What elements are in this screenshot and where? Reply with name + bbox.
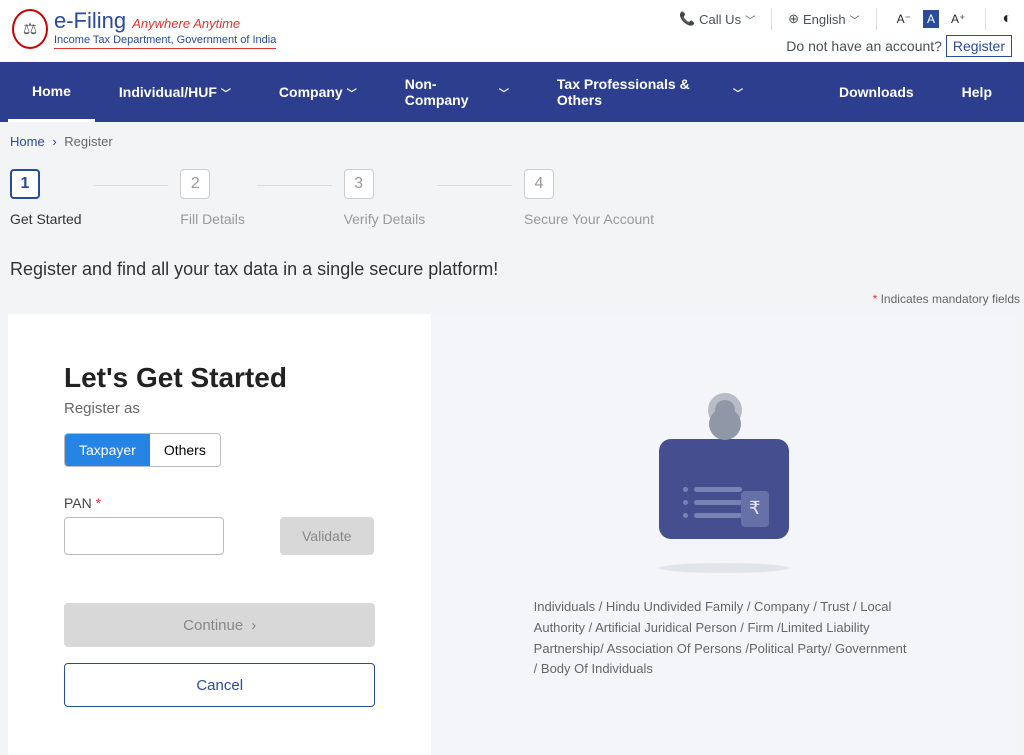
- account-prompt: Do not have an account? Register: [786, 38, 1012, 54]
- nav-company[interactable]: Company ﹀: [255, 62, 381, 122]
- validate-button[interactable]: Validate: [280, 517, 374, 555]
- logo-area: ⚖ e-Filing Anywhere Anytime Income Tax D…: [12, 8, 276, 49]
- mandatory-text: Indicates mandatory fields: [881, 292, 1020, 306]
- breadcrumb-current: Register: [64, 134, 112, 149]
- top-right: 📞 Call Us ﹀ ⊕ English ﹀ A⁻ A A⁺ ◐ Do not…: [679, 8, 1012, 54]
- chevron-down-icon: ﹀: [499, 85, 509, 100]
- top-actions: 📞 Call Us ﹀ ⊕ English ﹀ A⁻ A A⁺ ◐: [679, 8, 1012, 30]
- breadcrumb: Home › Register: [0, 122, 1024, 161]
- register-link[interactable]: Register: [946, 35, 1012, 57]
- mandatory-note: * Indicates mandatory fields: [0, 288, 1024, 314]
- nav-tax-professionals[interactable]: Tax Professionals & Others ﹀: [533, 62, 767, 122]
- step-number: 3: [344, 169, 374, 199]
- continue-label: Continue: [183, 617, 243, 634]
- register-as-toggle: Taxpayer Others: [64, 433, 221, 467]
- nav-downloads[interactable]: Downloads: [815, 62, 938, 122]
- pan-field: PAN *: [64, 495, 224, 555]
- rupee-icon: ₹: [741, 491, 769, 527]
- divider: [771, 8, 772, 30]
- registration-card: Let's Get Started Register as Taxpayer O…: [8, 314, 1016, 755]
- nav-individual-label: Individual/HUF: [119, 84, 217, 100]
- font-normal-button[interactable]: A: [923, 10, 939, 28]
- step-4-secure-account: 4 Secure Your Account: [524, 169, 654, 227]
- chevron-right-icon: ›: [251, 617, 256, 634]
- cancel-button[interactable]: Cancel: [64, 663, 375, 707]
- font-size-controls: A⁻ A A⁺: [893, 10, 970, 28]
- nav-help[interactable]: Help: [938, 62, 1016, 122]
- illustration-shadow: [659, 563, 789, 573]
- globe-icon: ⊕: [788, 11, 799, 27]
- breadcrumb-home[interactable]: Home: [10, 134, 45, 149]
- pan-label-text: PAN: [64, 495, 92, 511]
- card-lines: [683, 487, 742, 526]
- illustration-caption: Individuals / Hindu Undivided Family / C…: [534, 597, 914, 680]
- step-connector: [437, 185, 512, 186]
- step-number: 2: [180, 169, 210, 199]
- divider: [876, 8, 877, 30]
- step-connector: [94, 185, 169, 186]
- nav-home[interactable]: Home: [8, 62, 95, 122]
- nav-company-label: Company: [279, 84, 343, 100]
- top-header: ⚖ e-Filing Anywhere Anytime Income Tax D…: [0, 0, 1024, 62]
- pan-input[interactable]: [64, 517, 224, 555]
- logo-title: e-Filing Anywhere Anytime: [54, 8, 276, 34]
- tab-others[interactable]: Others: [150, 434, 220, 466]
- logo-text: e-Filing Anywhere Anytime Income Tax Dep…: [54, 8, 276, 49]
- page-title: Register and find all your tax data in a…: [0, 251, 1024, 288]
- phone-icon: 📞: [679, 11, 695, 27]
- font-increase-button[interactable]: A⁺: [947, 10, 969, 28]
- step-1-get-started: 1 Get Started: [10, 169, 82, 227]
- id-card-illustration: ₹: [649, 389, 799, 539]
- nav-individual-huf[interactable]: Individual/HUF ﹀: [95, 62, 255, 122]
- chevron-down-icon: ﹀: [733, 85, 743, 100]
- form-title: Let's Get Started: [64, 362, 375, 394]
- nav-noncompany-label: Non-Company: [405, 76, 495, 108]
- continue-button[interactable]: Continue ›: [64, 603, 375, 647]
- emblem-icon: ⚖: [12, 9, 48, 49]
- chevron-down-icon: ﹀: [850, 12, 860, 27]
- step-label: Secure Your Account: [524, 211, 654, 227]
- form-subtitle: Register as: [64, 400, 375, 417]
- nav-non-company[interactable]: Non-Company ﹀: [381, 62, 533, 122]
- step-number: 1: [10, 169, 40, 199]
- logo-brand: e-Filing: [54, 8, 126, 33]
- chevron-down-icon: ﹀: [745, 12, 755, 27]
- chevron-down-icon: ﹀: [221, 85, 231, 100]
- tab-taxpayer[interactable]: Taxpayer: [65, 434, 150, 466]
- registration-stepper: 1 Get Started 2 Fill Details 3 Verify De…: [0, 161, 1024, 251]
- form-panel: Let's Get Started Register as Taxpayer O…: [8, 314, 431, 755]
- nav-downloads-label: Downloads: [839, 84, 914, 100]
- card-shape: ₹: [659, 439, 789, 539]
- illustration-panel: ₹ Individuals / Hindu Undivided Family /…: [431, 314, 1016, 755]
- step-label: Get Started: [10, 211, 82, 227]
- language-label: English: [803, 12, 846, 27]
- language-dropdown[interactable]: ⊕ English ﹀: [788, 11, 860, 27]
- nav-home-label: Home: [32, 83, 71, 99]
- font-decrease-button[interactable]: A⁻: [893, 10, 915, 28]
- nav-help-label: Help: [962, 84, 992, 100]
- contrast-icon[interactable]: ◐: [1002, 10, 1012, 28]
- logo-tagline: Anywhere Anytime: [132, 16, 240, 31]
- logo-department: Income Tax Department, Government of Ind…: [54, 34, 276, 49]
- step-3-verify-details: 3 Verify Details: [344, 169, 426, 227]
- call-us-dropdown[interactable]: 📞 Call Us ﹀: [679, 11, 755, 27]
- step-connector: [257, 185, 332, 186]
- nav-taxpro-label: Tax Professionals & Others: [557, 76, 729, 108]
- step-label: Verify Details: [344, 211, 426, 227]
- person-icon: [704, 389, 746, 431]
- chevron-down-icon: ﹀: [347, 85, 357, 100]
- breadcrumb-separator: ›: [52, 134, 56, 149]
- step-2-fill-details: 2 Fill Details: [180, 169, 245, 227]
- step-label: Fill Details: [180, 211, 245, 227]
- divider: [985, 8, 986, 30]
- no-account-text: Do not have an account?: [786, 38, 942, 54]
- pan-label: PAN *: [64, 495, 224, 511]
- step-number: 4: [524, 169, 554, 199]
- call-us-label: Call Us: [699, 12, 741, 27]
- pan-field-row: PAN * Validate: [64, 495, 375, 555]
- main-navigation: Home Individual/HUF ﹀ Company ﹀ Non-Compan…: [0, 62, 1024, 122]
